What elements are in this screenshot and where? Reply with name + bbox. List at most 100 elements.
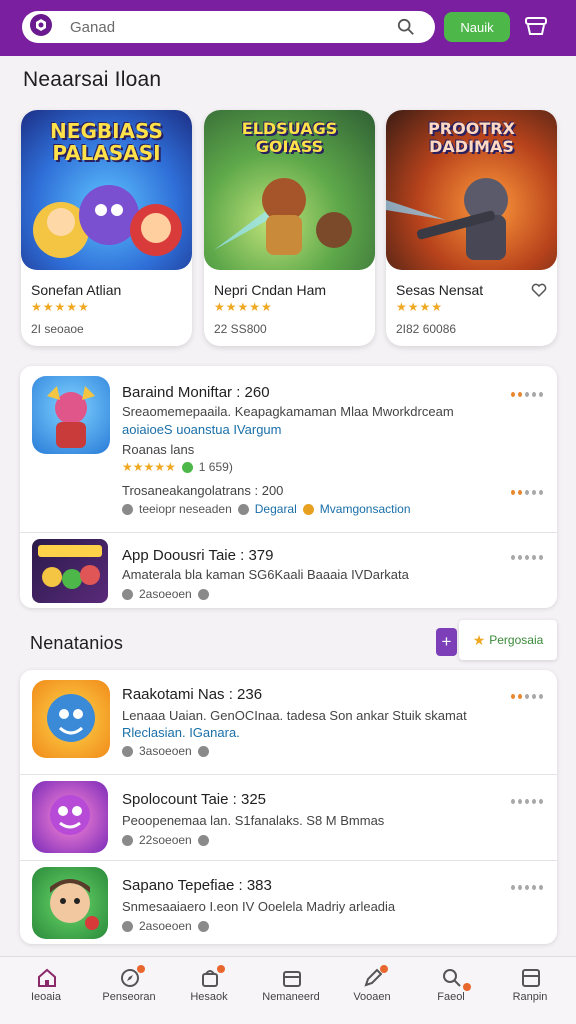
search-icon [443, 969, 461, 987]
nav-label: Nemaneerd [262, 991, 320, 1003]
meta-text: 2asoeoen [139, 919, 192, 933]
featured-art-title: PROOTRX DADIMAS [428, 119, 515, 156]
more-options-icon[interactable] [511, 390, 543, 398]
row-title: Baraind Moniftar : 260 [122, 384, 270, 401]
notification-badge [463, 983, 471, 991]
nav-label: Vooaen [353, 991, 391, 1003]
row-rating: ★★★★★ 1 659) [122, 460, 233, 474]
more-options-icon[interactable] [511, 797, 543, 805]
clock-icon [122, 503, 133, 515]
featured-stars: ★★★★★ [31, 300, 90, 314]
featured-meta: 2I82 60086 [396, 322, 457, 336]
row-link[interactable]: Rleclasian. IGanara. [122, 725, 240, 740]
notification-badge [217, 965, 225, 973]
clock-icon [122, 834, 133, 846]
top-app-bar: Ganad Nauik [0, 0, 576, 56]
heart-icon[interactable] [531, 282, 547, 298]
window-icon [522, 969, 540, 987]
list-item[interactable]: App Doousri Taie : 379 Amaterala bla kam… [20, 532, 557, 608]
notification-badge [380, 965, 388, 973]
app-icon [32, 680, 110, 758]
nav-profile[interactable]: Ranpin [494, 957, 566, 1024]
list-item[interactable]: Raakotami Nas : 236 Lenaaa Uaian. GenOCI… [20, 670, 557, 774]
row-subtitle: Roanas lans [122, 442, 195, 457]
app-list-2: Raakotami Nas : 236 Lenaaa Uaian. GenOCI… [20, 670, 557, 944]
star-icon: ★ [472, 631, 486, 648]
featured-name: Nepri Cndan Ham [214, 282, 327, 298]
featured-art-title: ELDSUAGS GOIASS [241, 119, 338, 156]
meta-text: 2asoeoen [139, 587, 192, 601]
app-logo-icon[interactable] [30, 14, 52, 36]
notification-badge [137, 965, 145, 973]
header-action-button[interactable]: Nauik [444, 12, 510, 42]
nav-library[interactable]: Nemaneerd [255, 957, 327, 1024]
app-icon [32, 867, 108, 939]
calendar-icon [283, 971, 301, 987]
row-meta: teeiopr neseaden Degaral Mvamgonsaction [122, 502, 411, 516]
row-description: Lenaaa Uaian. GenOCInaa. tadesa Son anka… [122, 708, 467, 723]
verified-icon [181, 461, 193, 473]
tag-icon [197, 745, 209, 757]
nav-games[interactable]: Penseoran [93, 957, 165, 1024]
featured-card-3[interactable]: PROOTRX DADIMAS Sesas Nensat ★★★★ 2I82 6… [386, 110, 557, 346]
featured-card-2[interactable]: ELDSUAGS GOIASS Nepri Cndan Ham ★★★★★ 22… [204, 110, 375, 346]
add-button[interactable]: + [436, 628, 457, 656]
row-title: Raakotami Nas : 236 [122, 686, 263, 703]
row-title: Spolocount Taie : 325 [122, 791, 267, 808]
list-item[interactable]: Baraind Moniftar : 260 Sreaomemepaaila. … [20, 366, 557, 532]
more-options-icon[interactable] [511, 883, 543, 891]
featured-stars: ★★★★ [396, 300, 444, 314]
row-meta: 2asoeoen [122, 919, 209, 933]
app-icon [32, 539, 108, 603]
clock-icon [122, 588, 133, 600]
search-bar[interactable]: Ganad [22, 11, 435, 43]
meta-link[interactable]: Mvamgonsaction [320, 502, 411, 516]
promo-filter-button[interactable]: ★ Pergosaia [459, 620, 557, 660]
row-description: Peoopenemaa lan. S1fanalaks. S8 M Bmmas [122, 813, 385, 828]
rating-count: 1 659) [198, 460, 233, 474]
row-description: Snmesaaiaero I.eon IV Ooelela Madriy arl… [122, 899, 396, 914]
more-options-icon[interactable] [511, 553, 543, 561]
row-meta: 2asoeoen [122, 587, 209, 601]
clock-icon [122, 745, 133, 757]
search-icon[interactable] [397, 18, 415, 36]
meta-link[interactable]: Degaral [255, 502, 297, 516]
list-item[interactable]: Spolocount Taie : 325 Peoopenemaa lan. S… [20, 774, 557, 860]
featured-art-2: ELDSUAGS GOIASS [204, 110, 375, 270]
row-title: Sapano Tepefiae : 383 [122, 877, 272, 894]
featured-art-1: NEGBIASS PALASASI [21, 110, 192, 270]
rating-stars: ★★★★★ [122, 460, 176, 474]
list-item[interactable]: Sapano Tepefiae : 383 Snmesaaiaero I.eon… [20, 860, 557, 944]
nav-search[interactable]: Faeol [415, 957, 487, 1024]
nav-home[interactable]: Ieoaia [10, 957, 82, 1024]
featured-meta: 2I seoaoe [31, 322, 84, 336]
row-description: Amaterala bla kaman SG6Kaali Baaaia IVDa… [122, 567, 409, 582]
featured-stars: ★★★★★ [214, 300, 273, 314]
nav-label: Hesaok [190, 991, 228, 1003]
nav-label: Penseoran [102, 991, 156, 1003]
row-link[interactable]: aoiaioeS uoanstua IVargum [122, 422, 281, 437]
nav-apps[interactable]: Hesaok [173, 957, 245, 1024]
promo-label: Pergosaia [489, 633, 544, 647]
featured-art-3: PROOTRX DADIMAS [386, 110, 557, 270]
app-icon [32, 781, 108, 853]
meta-text: 3asoeoen [139, 744, 192, 758]
tag-icon [197, 920, 209, 932]
cart-menu-icon[interactable] [524, 16, 548, 36]
search-input[interactable]: Ganad [70, 19, 115, 36]
nav-offers[interactable]: Vooaen [336, 957, 408, 1024]
tag-icon [237, 503, 249, 515]
row-meta: 22soeoen [122, 833, 209, 847]
featured-name: Sesas Nensat [396, 282, 484, 298]
app-icon [32, 376, 110, 454]
featured-meta: 22 SS800 [214, 322, 267, 336]
featured-section-title: Neaarsai Iloan [23, 68, 162, 91]
section-title: Nenatanios [30, 633, 124, 653]
more-options-icon[interactable] [511, 488, 543, 496]
bottom-navigation: Ieoaia Penseoran Hesaok Nemaneerd Vooaen… [0, 956, 576, 1024]
more-options-icon[interactable] [511, 692, 543, 700]
tag-icon [197, 834, 209, 846]
meta-text: teeiopr neseaden [139, 502, 232, 516]
clock-icon [122, 920, 133, 932]
featured-card-1[interactable]: NEGBIASS PALASASI Sonefan Atlian ★★★★★ 2… [21, 110, 192, 346]
